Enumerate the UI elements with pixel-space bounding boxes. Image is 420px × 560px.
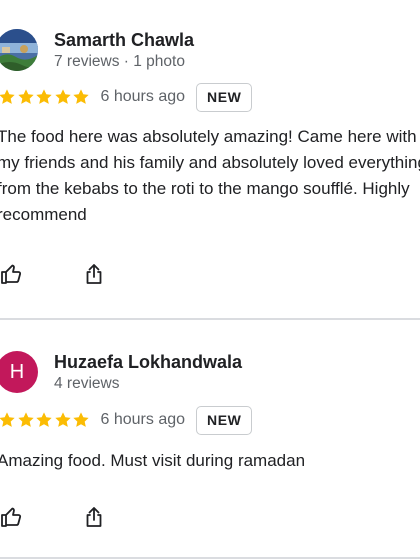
thumbs-up-icon (1, 264, 22, 284)
star-icon (54, 412, 71, 427)
review-text[interactable]: The food here was absolutely amazing! Ca… (0, 124, 420, 228)
star-icon (36, 412, 52, 427)
star-icon (0, 89, 15, 104)
star-rating (0, 411, 91, 429)
star-icon (73, 412, 89, 427)
star-icon (36, 89, 52, 104)
review-card: H Huzaefa Lokhandwala 4 reviews 6 hours … (0, 320, 420, 560)
divider (0, 557, 420, 559)
share-button[interactable] (80, 503, 108, 531)
star-icon (17, 412, 34, 427)
profile-photo-icon (0, 29, 38, 71)
rating-row: 6 hours ago NEW (0, 82, 253, 112)
share-icon (86, 507, 102, 527)
like-button[interactable] (0, 503, 26, 531)
reviewer-meta[interactable]: 7 reviews · 1 photo (54, 53, 185, 71)
star-rating (0, 88, 91, 106)
reviewer-name[interactable]: Samarth Chawla (54, 30, 194, 51)
reviewer-name[interactable]: Huzaefa Lokhandwala (54, 352, 242, 373)
share-button[interactable] (80, 260, 108, 288)
review-time: 6 hours ago (100, 88, 186, 105)
reviewer-meta[interactable]: 4 reviews (54, 375, 119, 393)
star-icon (17, 89, 34, 104)
new-badge: NEW (196, 405, 253, 435)
star-icon (54, 89, 71, 104)
share-icon (86, 264, 102, 284)
new-badge: NEW (196, 82, 253, 112)
rating-row: 6 hours ago NEW (0, 405, 253, 435)
star-icon (0, 412, 15, 427)
review-card: Samarth Chawla 7 reviews · 1 photo 6 hou… (0, 0, 420, 318)
thumbs-up-icon (1, 507, 22, 527)
review-text[interactable]: Amazing food. Must visit during ramadan (0, 448, 420, 474)
like-button[interactable] (0, 260, 26, 288)
avatar[interactable]: H (0, 351, 38, 393)
avatar-initial: H (9, 361, 25, 383)
avatar[interactable] (0, 29, 38, 71)
star-icon (73, 89, 89, 104)
review-time: 6 hours ago (100, 411, 186, 428)
